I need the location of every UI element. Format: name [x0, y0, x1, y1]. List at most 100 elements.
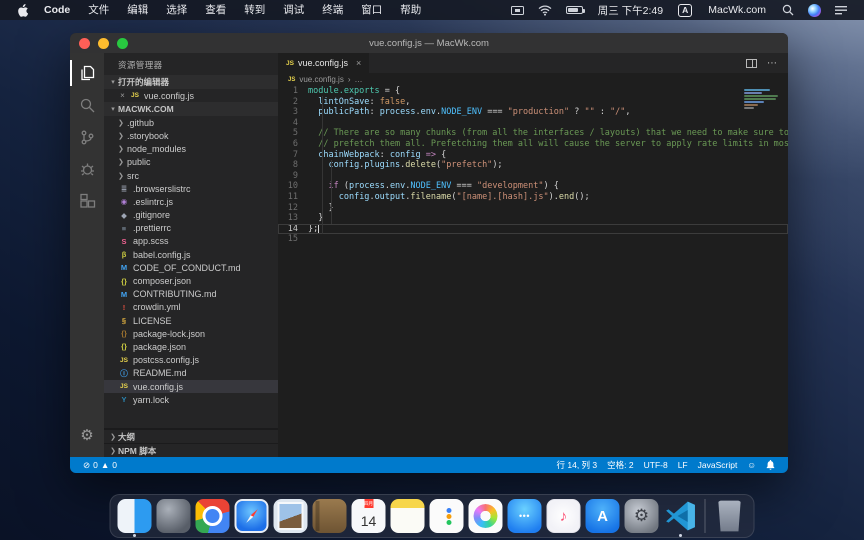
- tree-item-.prettierrc[interactable]: ≡.prettierrc: [104, 222, 278, 235]
- status-encoding[interactable]: UTF-8: [639, 460, 673, 470]
- dock-photos-icon[interactable]: [468, 498, 504, 534]
- input-method-icon[interactable]: A: [671, 0, 699, 20]
- tree-item-package-lock.json[interactable]: {}package-lock.json: [104, 327, 278, 340]
- dock-notes-icon[interactable]: [390, 498, 426, 534]
- code-line[interactable]: 3 publicPath: process.env.NODE_ENV === "…: [278, 107, 788, 118]
- sidebar-section-NPM 脚本[interactable]: ❯NPM 脚本: [104, 443, 278, 457]
- tree-item-CONTRIBUTING.md[interactable]: MCONTRIBUTING.md: [104, 288, 278, 301]
- tree-item-.gitignore[interactable]: ◆.gitignore: [104, 209, 278, 222]
- open-editor-item[interactable]: ×JSvue.config.js: [104, 89, 278, 102]
- project-header[interactable]: ▾ MACWK.COM: [104, 102, 278, 116]
- code-line[interactable]: 11 config.output.filename("[name].[hash]…: [278, 192, 788, 203]
- tree-item-.storybook[interactable]: ❯.storybook: [104, 129, 278, 142]
- code-line[interactable]: 10 if (process.env.NODE_ENV === "develop…: [278, 181, 788, 192]
- code-editor[interactable]: 1module.exports = {2 lintOnSave: false,3…: [278, 86, 788, 457]
- explorer-icon[interactable]: [70, 57, 104, 89]
- tree-item-node_modules[interactable]: ❯node_modules: [104, 143, 278, 156]
- wifi-icon[interactable]: [531, 0, 559, 20]
- tab-vue-config-js[interactable]: JS vue.config.js ×: [278, 53, 369, 73]
- minimize-window-button[interactable]: [98, 38, 109, 49]
- dock-chrome-icon[interactable]: [195, 498, 231, 534]
- code-line[interactable]: 1module.exports = {: [278, 86, 788, 97]
- close-window-button[interactable]: [79, 38, 90, 49]
- code-line[interactable]: 6 // prefetch them all. Prefetching them…: [278, 139, 788, 150]
- tree-item-yarn.lock[interactable]: Yyarn.lock: [104, 393, 278, 406]
- close-icon[interactable]: ×: [118, 91, 127, 100]
- tree-item-.eslintrc.js[interactable]: ◉.eslintrc.js: [104, 195, 278, 208]
- tree-item-public[interactable]: ❯public: [104, 156, 278, 169]
- dock-mail-icon[interactable]: [273, 498, 309, 534]
- menu-bar-account[interactable]: MacWk.com: [699, 0, 775, 20]
- menu-item-查看[interactable]: 查看: [196, 0, 235, 20]
- battery-icon[interactable]: [559, 0, 590, 20]
- tree-item-composer.json[interactable]: {}composer.json: [104, 274, 278, 287]
- code-line[interactable]: 4: [278, 118, 788, 129]
- tree-item-babel.config.js[interactable]: βbabel.config.js: [104, 248, 278, 261]
- tree-item-src[interactable]: ❯src: [104, 169, 278, 182]
- code-line[interactable]: 13 }: [278, 213, 788, 224]
- code-line[interactable]: 7 chainWebpack: config => {: [278, 150, 788, 161]
- dock-launchpad-icon[interactable]: [156, 498, 192, 534]
- problems-status[interactable]: ⊘0 ▲0: [78, 460, 122, 471]
- menu-item-编辑[interactable]: 编辑: [118, 0, 157, 20]
- status-language-mode[interactable]: JavaScript: [693, 460, 743, 470]
- menu-app-name[interactable]: Code: [35, 0, 79, 20]
- breadcrumb[interactable]: JS vue.config.js › …: [278, 73, 788, 86]
- dock-calendar-icon[interactable]: 四月14: [351, 498, 387, 534]
- code-line[interactable]: 8 config.plugins.delete("prefetch");: [278, 160, 788, 171]
- tree-item-LICENSE[interactable]: §LICENSE: [104, 314, 278, 327]
- dock-vscode-icon[interactable]: [663, 498, 699, 534]
- notifications-bell-icon[interactable]: [761, 460, 780, 470]
- menu-item-文件[interactable]: 文件: [79, 0, 118, 20]
- search-icon[interactable]: [70, 89, 104, 121]
- dock-itunes-icon[interactable]: ♪: [546, 498, 582, 534]
- tree-item-.github[interactable]: ❯.github: [104, 116, 278, 129]
- zoom-window-button[interactable]: [117, 38, 128, 49]
- dock-reminders-icon[interactable]: [429, 498, 465, 534]
- tree-item-CODE_OF_CONDUCT.md[interactable]: MCODE_OF_CONDUCT.md: [104, 261, 278, 274]
- code-line[interactable]: 5 // There are so many chunks (from all …: [278, 128, 788, 139]
- debug-icon[interactable]: [70, 153, 104, 185]
- tree-item-crowdin.yml[interactable]: !crowdin.yml: [104, 301, 278, 314]
- code-line[interactable]: 12 }: [278, 203, 788, 214]
- menu-bar-clock[interactable]: 周三 下午2:49: [590, 3, 671, 18]
- dock-trash-icon[interactable]: [712, 498, 748, 534]
- code-line[interactable]: 9: [278, 171, 788, 182]
- tree-item-package.json[interactable]: {}package.json: [104, 340, 278, 353]
- dock-sysprefs-icon[interactable]: ⚙: [624, 498, 660, 534]
- open-editors-header[interactable]: ▾ 打开的编辑器: [104, 75, 278, 89]
- status-cursor-position[interactable]: 行 14, 列 3: [552, 459, 603, 471]
- tree-item-vue.config.js[interactable]: JSvue.config.js: [104, 380, 278, 393]
- code-line[interactable]: 15: [278, 234, 788, 245]
- dock-finder-icon[interactable]: [117, 498, 153, 534]
- display-mirroring-icon[interactable]: [504, 0, 531, 20]
- tree-item-app.scss[interactable]: Sapp.scss: [104, 235, 278, 248]
- menu-item-终端[interactable]: 终端: [313, 0, 352, 20]
- menu-item-调试[interactable]: 调试: [274, 0, 313, 20]
- menu-item-窗口[interactable]: 窗口: [352, 0, 391, 20]
- settings-gear-icon[interactable]: ⚙: [70, 419, 104, 451]
- dock-safari-icon[interactable]: [234, 498, 270, 534]
- code-line[interactable]: 2 lintOnSave: false,: [278, 97, 788, 108]
- dock-messages-icon[interactable]: •••: [507, 498, 543, 534]
- siri-icon[interactable]: [801, 0, 828, 20]
- dock-appstore-icon[interactable]: A: [585, 498, 621, 534]
- dock-contacts-icon[interactable]: [312, 498, 348, 534]
- split-editor-icon[interactable]: [746, 59, 757, 68]
- status-eol[interactable]: LF: [673, 460, 693, 470]
- window-titlebar[interactable]: vue.config.js — MacWk.com: [70, 33, 788, 53]
- feedback-smiley-icon[interactable]: ☺: [742, 460, 761, 470]
- menu-item-选择[interactable]: 选择: [157, 0, 196, 20]
- tree-item-.browserslistrc[interactable]: ≣.browserslistrc: [104, 182, 278, 195]
- notification-center-icon[interactable]: [828, 0, 854, 20]
- tree-item-README.md[interactable]: ⓘREADME.md: [104, 367, 278, 380]
- minimap[interactable]: [742, 88, 784, 198]
- menu-item-帮助[interactable]: 帮助: [391, 0, 430, 20]
- more-actions-icon[interactable]: ⋯: [767, 58, 778, 69]
- sidebar-section-大纲[interactable]: ❯大纲: [104, 429, 278, 443]
- menu-item-转到[interactable]: 转到: [235, 0, 274, 20]
- close-tab-icon[interactable]: ×: [356, 58, 361, 68]
- apple-menu-icon[interactable]: [10, 0, 35, 20]
- status-indentation[interactable]: 空格: 2: [602, 459, 638, 471]
- tree-item-postcss.config.js[interactable]: JSpostcss.config.js: [104, 354, 278, 367]
